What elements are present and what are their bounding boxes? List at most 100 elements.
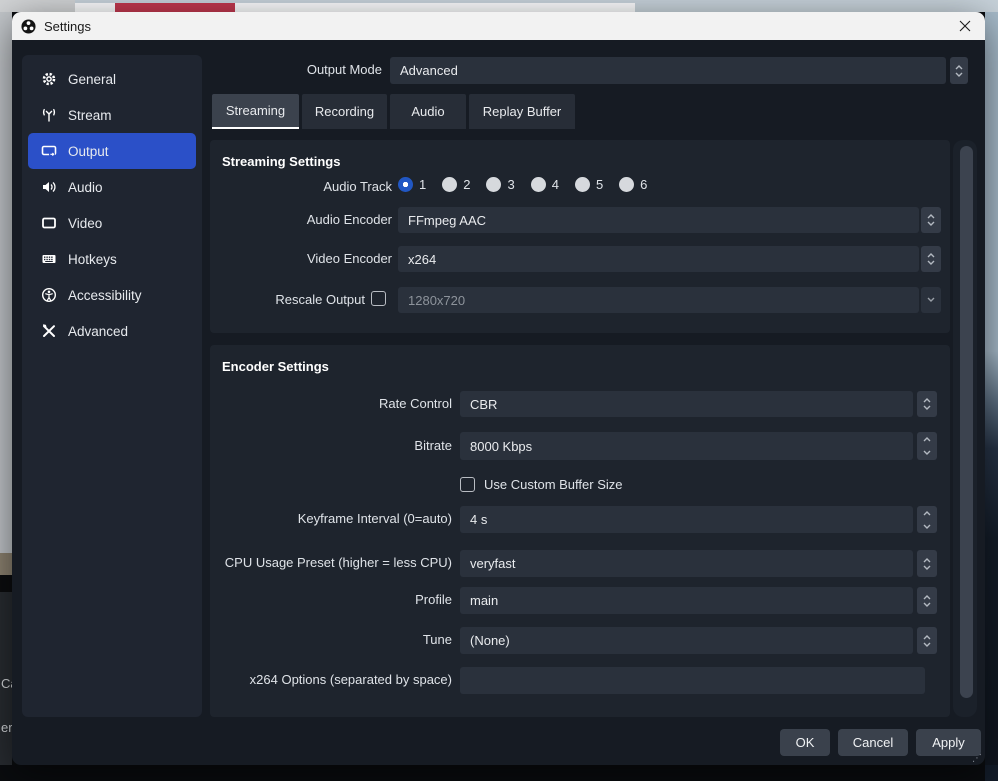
settings-sidebar: General Stream Output <box>22 55 202 717</box>
keyframe-interval-spinner[interactable] <box>917 506 937 533</box>
chevron-updown-icon <box>926 213 936 227</box>
keyboard-icon <box>40 251 58 267</box>
tune-select[interactable]: (None) <box>460 627 913 654</box>
window-title: Settings <box>44 19 91 34</box>
audio-encoder-label: Audio Encoder <box>230 211 392 229</box>
bitrate-spinner[interactable] <box>917 432 937 460</box>
cpu-usage-preset-spinner[interactable] <box>917 550 937 577</box>
tab-replay-buffer[interactable]: Replay Buffer <box>469 94 575 129</box>
audio-track-option[interactable]: 4 <box>531 177 559 192</box>
background-text-fragment: er <box>1 720 12 735</box>
sidebar-item-label: Stream <box>68 108 112 123</box>
chevron-updown-icon <box>926 252 936 266</box>
background-left-patch <box>0 553 12 575</box>
rescale-output-checkbox[interactable] <box>371 291 386 306</box>
rate-control-select[interactable]: CBR <box>460 391 913 417</box>
cpu-usage-preset-label: CPU Usage Preset (higher = less CPU) <box>210 554 452 572</box>
rescale-output-dropdown-arrow[interactable] <box>921 287 941 313</box>
background-bottom-strip <box>0 765 998 781</box>
cancel-button[interactable]: Cancel <box>838 729 908 756</box>
output-mode-spinner[interactable] <box>950 57 968 84</box>
title-bar[interactable]: Settings <box>12 12 985 40</box>
sidebar-item-video[interactable]: Video <box>28 205 196 241</box>
radio-icon <box>442 177 457 192</box>
chevron-updown-icon <box>922 509 932 531</box>
x264-options-label: x264 Options (separated by space) <box>210 671 452 689</box>
audio-encoder-spinner[interactable] <box>921 207 941 233</box>
radio-icon <box>486 177 501 192</box>
audio-track-option[interactable]: 1 <box>398 177 426 192</box>
content-scrollbar-thumb[interactable] <box>960 146 973 698</box>
streaming-settings-heading: Streaming Settings <box>222 154 340 169</box>
video-encoder-spinner[interactable] <box>921 246 941 272</box>
profile-select[interactable]: main <box>460 587 913 614</box>
sidebar-item-label: Accessibility <box>68 288 142 303</box>
sidebar-item-general[interactable]: General <box>28 61 196 97</box>
tab-audio[interactable]: Audio <box>390 94 466 129</box>
close-button[interactable] <box>953 15 977 37</box>
sidebar-item-advanced[interactable]: Advanced <box>28 313 196 349</box>
gear-icon <box>40 71 58 87</box>
tune-spinner[interactable] <box>917 627 937 654</box>
streaming-settings-card: Streaming Settings Audio Track 1 2 3 4 5… <box>210 140 950 333</box>
sidebar-item-accessibility[interactable]: Accessibility <box>28 277 196 313</box>
keyframe-interval-spinbox[interactable]: 4 s <box>460 506 913 533</box>
profile-spinner[interactable] <box>917 587 937 614</box>
tab-streaming[interactable]: Streaming <box>212 94 299 129</box>
output-mode-select[interactable]: Advanced <box>390 57 946 84</box>
x264-options-input[interactable] <box>460 667 925 694</box>
background-text-fragment: Ca <box>1 676 12 691</box>
bitrate-spinbox[interactable]: 8000 Kbps <box>460 432 913 460</box>
cpu-usage-preset-select[interactable]: veryfast <box>460 550 913 577</box>
tools-icon <box>40 323 58 339</box>
chevron-updown-icon <box>922 435 932 457</box>
chevron-updown-icon <box>922 594 932 608</box>
rescale-output-label: Rescale Output <box>210 291 365 309</box>
audio-encoder-select[interactable]: FFmpeg AAC <box>398 207 919 233</box>
sidebar-item-label: Hotkeys <box>68 252 117 267</box>
encoder-settings-card: Encoder Settings Rate Control CBR Bitrat… <box>210 345 950 717</box>
desktop: Ca er Settings <box>0 0 998 781</box>
output-mode-value: Advanced <box>400 63 458 78</box>
audio-track-radio-group: 1 2 3 4 5 6 <box>398 177 647 192</box>
obs-logo-icon <box>21 19 36 34</box>
accessibility-icon <box>40 287 58 303</box>
sidebar-item-stream[interactable]: Stream <box>28 97 196 133</box>
audio-track-option[interactable]: 6 <box>619 177 647 192</box>
profile-label: Profile <box>210 591 452 609</box>
sidebar-item-label: Output <box>68 144 109 159</box>
monitor-icon <box>40 215 58 231</box>
audio-track-option[interactable]: 2 <box>442 177 470 192</box>
use-custom-buffer-checkbox[interactable] <box>460 477 475 492</box>
settings-dialog: Settings General <box>12 12 985 765</box>
output-icon <box>40 143 58 159</box>
chevron-updown-icon <box>922 557 932 571</box>
bitrate-label: Bitrate <box>210 437 452 455</box>
rescale-output-select[interactable]: 1280x720 <box>398 287 919 313</box>
sidebar-item-label: Video <box>68 216 102 231</box>
resize-grip[interactable]: ⋰ <box>972 753 982 764</box>
video-encoder-select[interactable]: x264 <box>398 246 919 272</box>
background-left-dark-bar <box>0 575 12 592</box>
apply-button[interactable]: Apply <box>916 729 981 756</box>
sidebar-item-hotkeys[interactable]: Hotkeys <box>28 241 196 277</box>
background-right-strip <box>985 12 998 765</box>
chevron-updown-icon <box>922 634 932 648</box>
sidebar-item-output[interactable]: Output <box>28 133 196 169</box>
tab-recording[interactable]: Recording <box>302 94 387 129</box>
sidebar-item-audio[interactable]: Audio <box>28 169 196 205</box>
sidebar-item-label: General <box>68 72 116 87</box>
close-icon <box>959 20 971 32</box>
output-tabs: Streaming Recording Audio Replay Buffer <box>212 94 575 129</box>
radio-icon <box>619 177 634 192</box>
audio-track-option[interactable]: 5 <box>575 177 603 192</box>
chevron-updown-icon <box>922 397 932 411</box>
encoder-settings-heading: Encoder Settings <box>222 359 329 374</box>
radio-icon <box>531 177 546 192</box>
video-encoder-label: Video Encoder <box>230 250 392 268</box>
audio-track-option[interactable]: 3 <box>486 177 514 192</box>
speaker-icon <box>40 179 58 195</box>
rate-control-spinner[interactable] <box>917 391 937 417</box>
chevron-down-icon <box>926 296 936 304</box>
ok-button[interactable]: OK <box>780 729 830 756</box>
